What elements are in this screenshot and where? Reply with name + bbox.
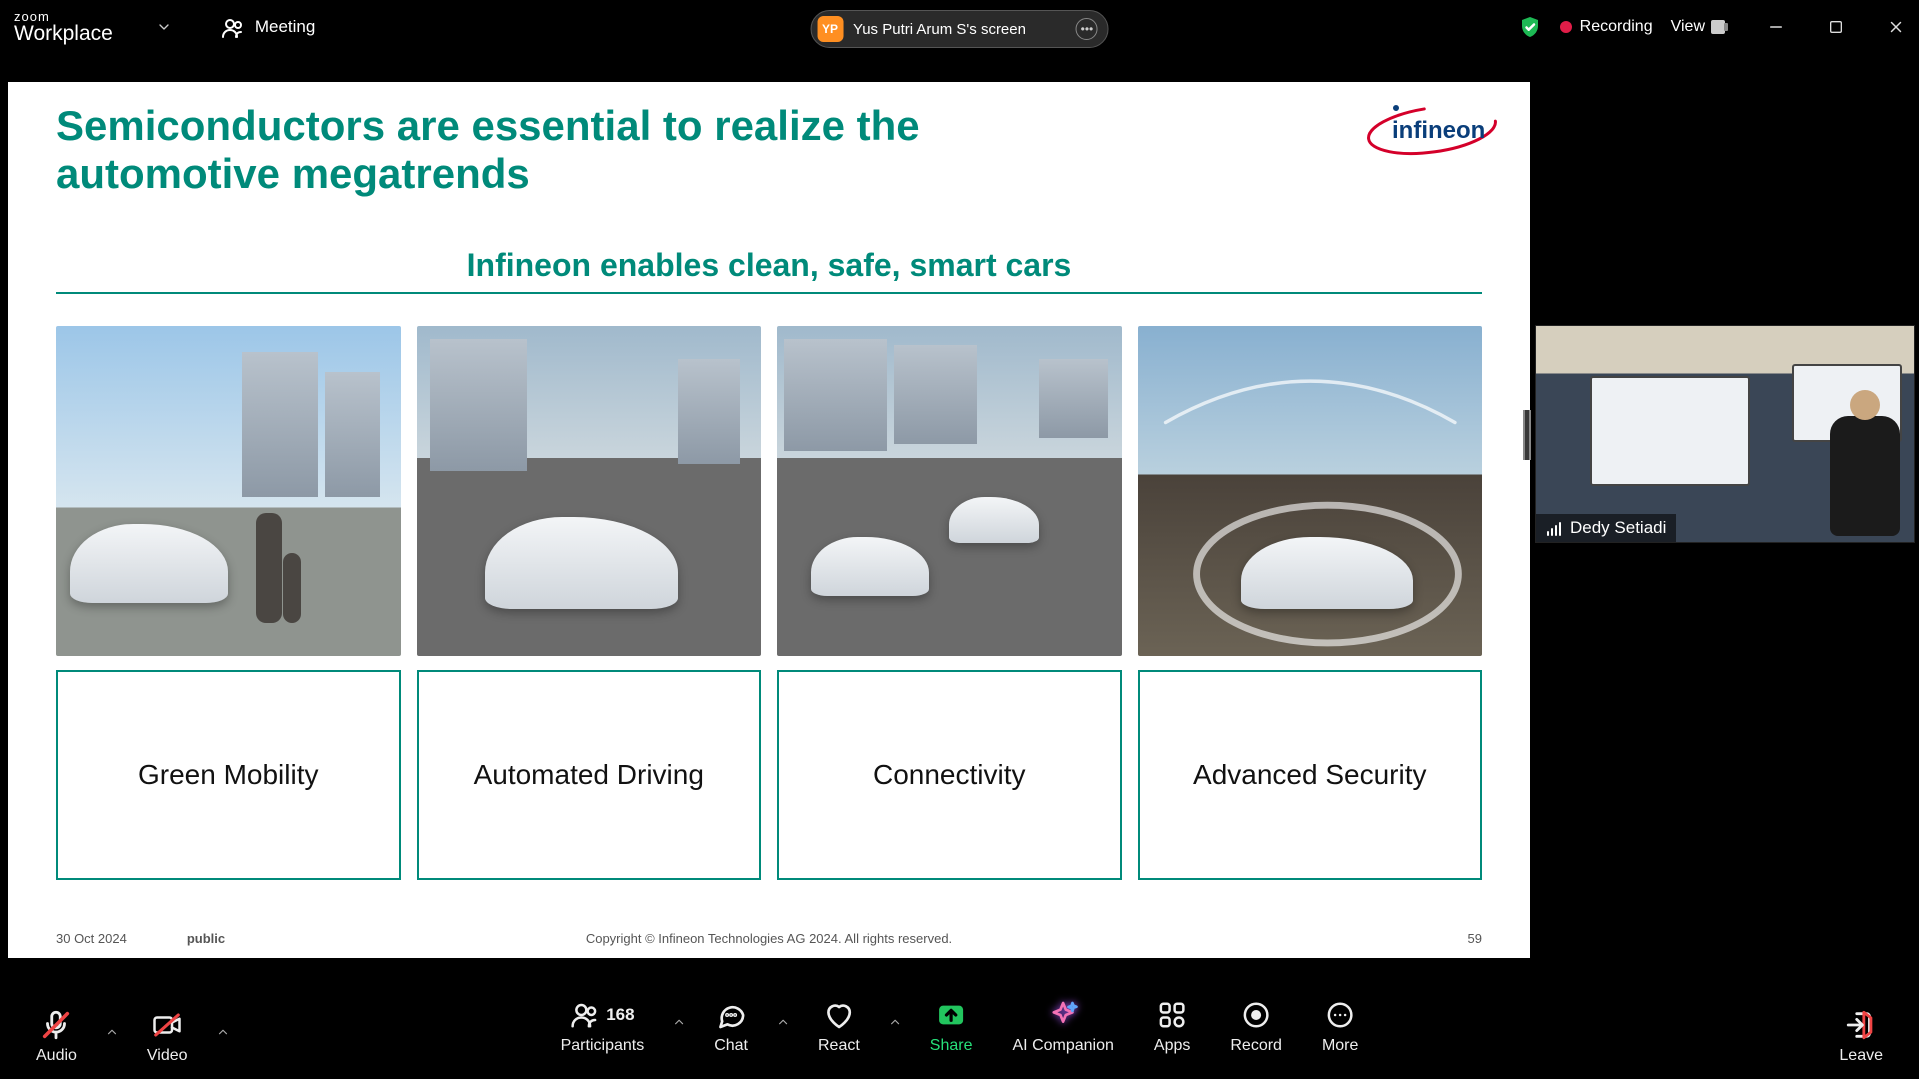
more-label: More [1322, 1037, 1358, 1055]
megatrend-label: Connectivity [873, 759, 1026, 791]
react-label: React [818, 1037, 860, 1055]
chat-label: Chat [714, 1037, 748, 1055]
microphone-muted-icon [39, 1009, 73, 1041]
presentation-slide: Semiconductors are essential to realize … [8, 82, 1530, 958]
megatrend-label-box: Advanced Security [1138, 670, 1483, 880]
shared-screen-viewport: Semiconductors are essential to realize … [8, 82, 1530, 958]
chat-menu-button[interactable] [770, 1015, 796, 1069]
share-screen-icon [935, 999, 967, 1031]
recording-indicator[interactable]: Recording [1560, 18, 1653, 36]
megatrend-image [417, 326, 762, 656]
heart-icon [823, 999, 855, 1031]
video-button[interactable]: Video [129, 1009, 206, 1079]
leave-icon [1844, 1009, 1878, 1041]
megatrend-label: Automated Driving [474, 759, 704, 791]
audio-button[interactable]: Audio [18, 1009, 95, 1079]
slide-page-number: 59 [1468, 931, 1482, 946]
record-button[interactable]: Record [1212, 999, 1300, 1069]
svg-text:infineon: infineon [1392, 117, 1485, 144]
video-label: Video [147, 1047, 188, 1065]
megatrend-card: Advanced Security [1138, 326, 1483, 880]
participants-button[interactable]: 168 Participants [543, 999, 663, 1069]
divider [56, 292, 1482, 294]
leave-label: Leave [1839, 1047, 1883, 1065]
view-label: View [1671, 18, 1705, 36]
share-label: Share [930, 1037, 973, 1055]
signal-icon [1546, 521, 1562, 535]
audio-menu-button[interactable] [99, 1025, 125, 1079]
chat-icon [715, 999, 747, 1031]
slide-classification: public [187, 931, 225, 946]
slide-date: 30 Oct 2024 [56, 931, 127, 946]
meeting-info-button[interactable]: Meeting [207, 10, 329, 44]
gallery-resize-handle[interactable] [1523, 410, 1531, 460]
leave-button[interactable]: Leave [1821, 1009, 1901, 1079]
megatrend-image [56, 326, 401, 656]
participants-icon: 168 [570, 999, 634, 1031]
megatrend-label-box: Connectivity [777, 670, 1122, 880]
view-button[interactable]: View [1671, 18, 1725, 36]
sparkle-icon [1047, 999, 1079, 1031]
recording-label: Recording [1580, 18, 1653, 36]
sharer-avatar: YP [817, 16, 843, 42]
ai-label: AI Companion [1013, 1037, 1114, 1055]
sharer-name: Yus Putri Arum S's screen [853, 21, 1026, 38]
megatrend-image [1138, 326, 1483, 656]
window-close-button[interactable] [1887, 18, 1905, 36]
record-icon [1241, 999, 1271, 1031]
participants-label: Participants [561, 1037, 645, 1055]
apps-button[interactable]: Apps [1136, 999, 1208, 1069]
participants-count: 168 [606, 1005, 634, 1025]
encryption-shield-icon[interactable] [1518, 15, 1542, 39]
record-label: Record [1230, 1037, 1282, 1055]
megatrend-card-row: Green Mobility Automated Driving [56, 326, 1482, 880]
more-icon [1325, 999, 1355, 1031]
megatrend-image [777, 326, 1122, 656]
share-screen-button[interactable]: Share [912, 999, 991, 1069]
zoom-logo: zoom Workplace [14, 10, 113, 44]
ai-companion-button[interactable]: AI Companion [995, 999, 1132, 1069]
infineon-logo: infineon [1362, 100, 1502, 160]
apps-label: Apps [1154, 1037, 1190, 1055]
megatrend-label-box: Green Mobility [56, 670, 401, 880]
slide-footer: 30 Oct 2024 public Copyright © Infineon … [56, 931, 1482, 946]
window-maximize-button[interactable] [1827, 18, 1845, 36]
camera-off-icon [149, 1009, 185, 1041]
slide-title: Semiconductors are essential to realize … [56, 102, 1056, 199]
video-menu-button[interactable] [210, 1025, 236, 1079]
participant-name: Dedy Setiadi [1570, 518, 1666, 538]
screen-share-banner[interactable]: YP Yus Putri Arum S's screen ••• [810, 10, 1109, 48]
megatrend-card: Connectivity [777, 326, 1122, 880]
megatrend-label: Green Mobility [138, 759, 319, 791]
megatrend-label-box: Automated Driving [417, 670, 762, 880]
recording-dot-icon [1560, 21, 1572, 33]
audio-label: Audio [36, 1047, 77, 1065]
participants-menu-button[interactable] [666, 1015, 692, 1069]
window-minimize-button[interactable] [1767, 18, 1785, 36]
participant-name-label: Dedy Setiadi [1536, 514, 1676, 542]
meeting-toolbar: Audio Video 168 Participants Chat [0, 989, 1919, 1079]
meeting-label: Meeting [255, 17, 315, 37]
top-bar: zoom Workplace Meeting YP Yus Putri Arum… [0, 0, 1919, 54]
slide-copyright: Copyright © Infineon Technologies AG 202… [586, 931, 952, 946]
react-button[interactable]: React [800, 999, 878, 1069]
more-button[interactable]: More [1304, 999, 1376, 1069]
participants-icon [221, 16, 243, 38]
megatrend-label: Advanced Security [1193, 759, 1426, 791]
megatrend-card: Green Mobility [56, 326, 401, 880]
share-banner-more-icon[interactable]: ••• [1076, 18, 1098, 40]
slide-subtitle: Infineon enables clean, safe, smart cars [56, 247, 1482, 292]
view-layout-icon [1711, 20, 1725, 34]
apps-icon [1157, 999, 1187, 1031]
react-menu-button[interactable] [882, 1015, 908, 1069]
workspace-menu-button[interactable] [155, 18, 173, 36]
megatrend-card: Automated Driving [417, 326, 762, 880]
chat-button[interactable]: Chat [696, 999, 766, 1069]
active-speaker-tile[interactable]: Dedy Setiadi [1535, 325, 1915, 543]
zoom-logo-line2: Workplace [14, 23, 113, 44]
